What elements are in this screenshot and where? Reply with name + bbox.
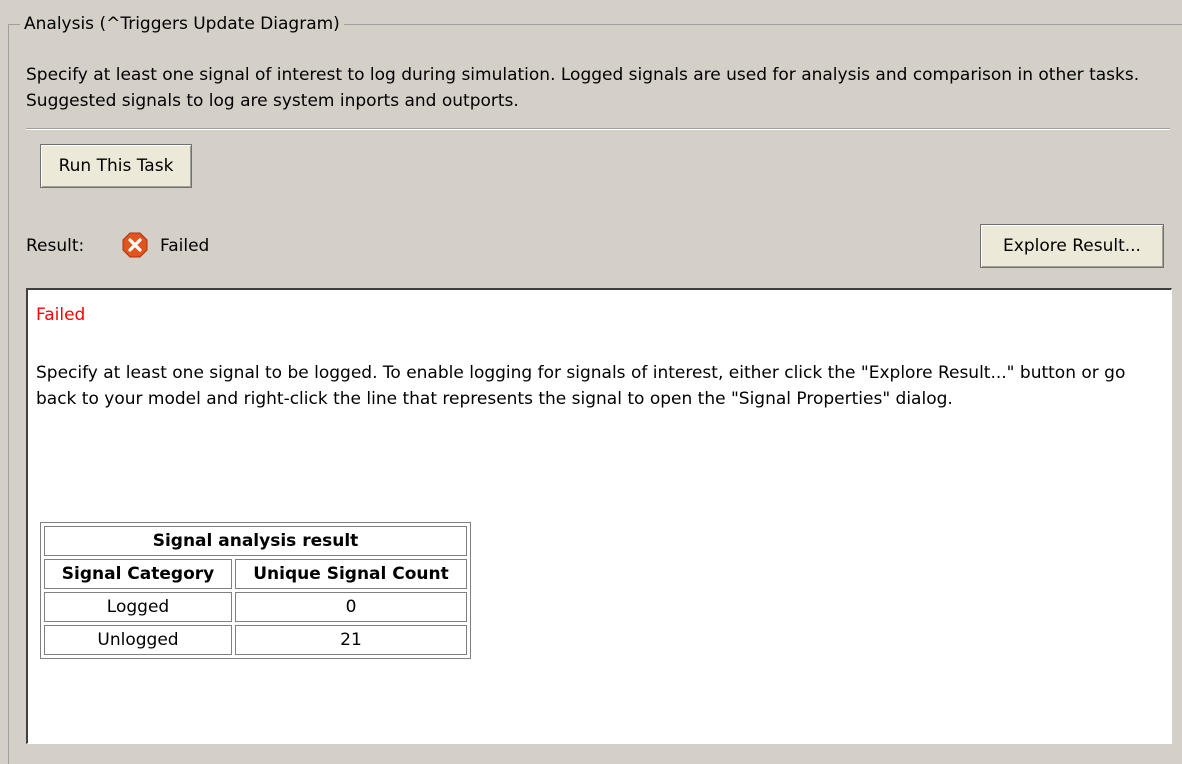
table-cell-category: Unlogged: [44, 625, 232, 655]
signal-analysis-table: Signal analysis result Signal Category U…: [40, 522, 471, 659]
error-x-icon: [122, 232, 148, 258]
result-label: Result:: [26, 236, 85, 256]
table-header-category: Signal Category: [44, 559, 232, 589]
report-message: Specify at least one signal to be logged…: [36, 363, 1126, 409]
run-task-button[interactable]: Run This Task: [40, 144, 192, 188]
task-description: Specify at least one signal of interest …: [26, 65, 1140, 111]
table-row: Unlogged 21: [44, 625, 467, 655]
result-status: Failed: [160, 236, 210, 256]
table-row: Logged 0: [44, 592, 467, 622]
groupbox-title: Analysis (^Triggers Update Diagram): [20, 12, 344, 36]
explore-result-button[interactable]: Explore Result...: [980, 224, 1164, 268]
table-header-count: Unique Signal Count: [235, 559, 467, 589]
table-caption: Signal analysis result: [44, 526, 467, 556]
table-cell-count: 21: [235, 625, 467, 655]
table-cell-count: 0: [235, 592, 467, 622]
report-status: Failed: [36, 305, 86, 325]
separator: [26, 128, 1170, 130]
report-panel: Failed Specify at least one signal to be…: [26, 288, 1172, 744]
table-cell-category: Logged: [44, 592, 232, 622]
